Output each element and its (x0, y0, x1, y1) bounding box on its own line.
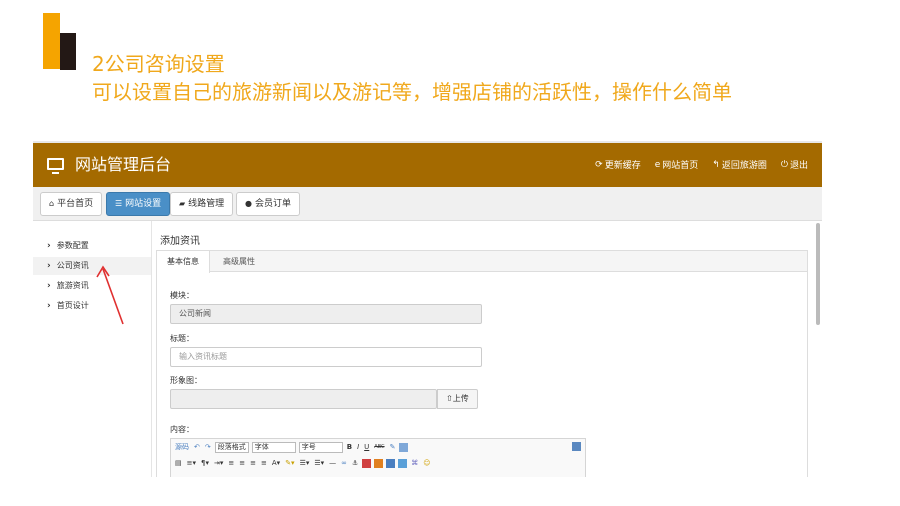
decor-bar-black (60, 33, 76, 70)
annotation-arrow (96, 265, 124, 325)
slide: 2公司咨询设置 可以设置自己的旅游新闻以及游记等，增强店铺的活跃性，操作什么简单… (0, 0, 900, 506)
arrow-head (96, 265, 110, 278)
admin-screenshot: 网站管理后台 ⟳ 更新缓存 e 网站首页 ↰ 返回旅游圈 ⏻ 退出 ⌂ 平台首页 ☰ 网站设… (33, 141, 822, 477)
arrow-line (102, 268, 124, 325)
slide-heading: 2公司咨询设置 (92, 52, 225, 76)
slide-subheading: 可以设置自己的旅游新闻以及游记等，增强店铺的活跃性，操作什么简单 (92, 80, 732, 104)
decor-bar-yellow (43, 13, 60, 69)
